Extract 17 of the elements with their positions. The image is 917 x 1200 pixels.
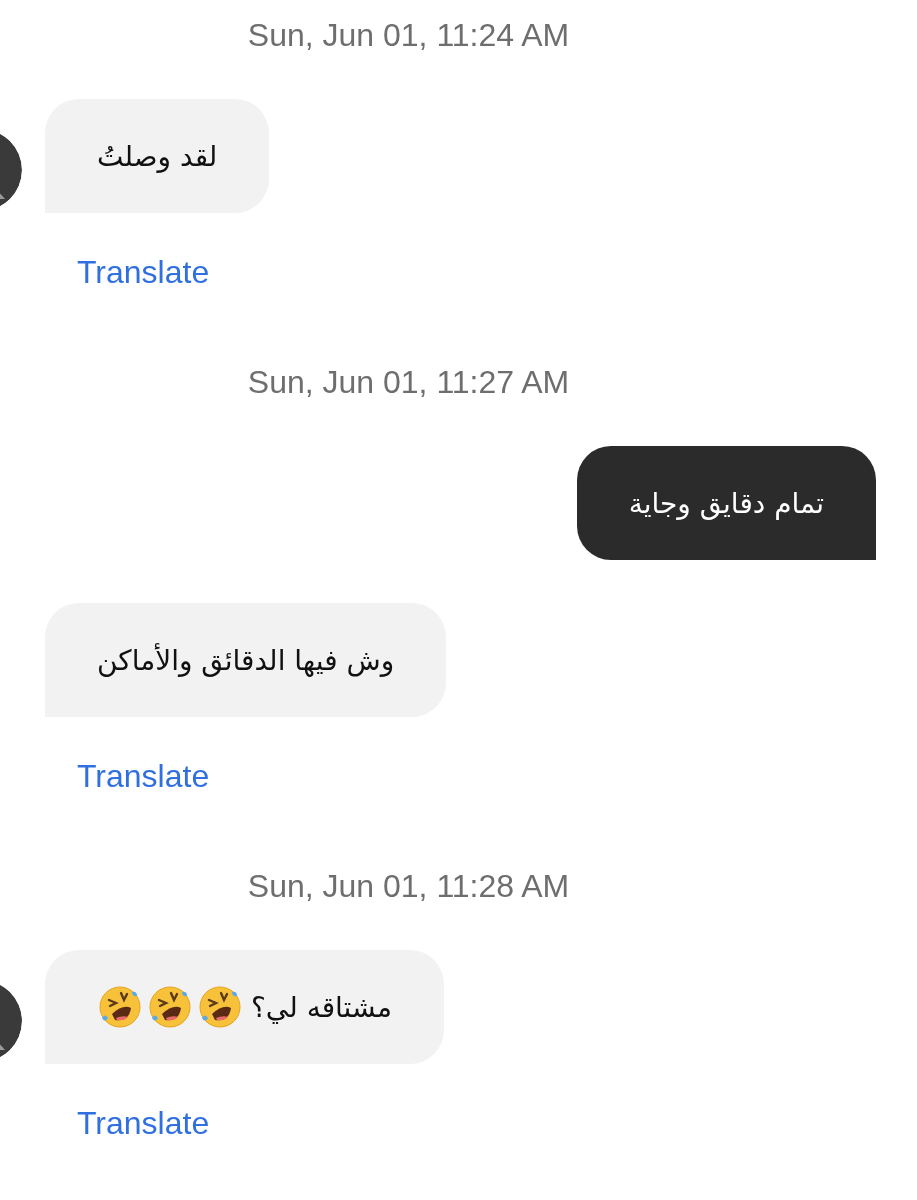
translate-link[interactable]: Translate (77, 756, 210, 796)
received-message-bubble[interactable]: مشتاقه لي؟ (45, 950, 444, 1064)
translate-link[interactable]: Translate (77, 1103, 210, 1143)
message-text: تمام دقايق وجاية (628, 486, 824, 520)
message-timestamp: Sun, Jun 01, 11:24 AM (247, 17, 570, 53)
message-text: لقد وصلتُ (97, 139, 218, 173)
laughing-emoji-icon (197, 984, 243, 1030)
sent-message-bubble[interactable]: تمام دقايق وجاية (576, 446, 876, 560)
received-message-bubble[interactable]: وش فيها الدقائق والأماكن (45, 603, 447, 717)
message-text: مشتاقه لي؟ (251, 990, 392, 1024)
message-timestamp: Sun, Jun 01, 11:28 AM (247, 868, 570, 904)
laughing-emoji-icon (97, 984, 143, 1030)
translate-link[interactable]: Translate (77, 252, 210, 292)
laughing-emoji-icon (147, 984, 193, 1030)
message-text: وش فيها الدقائق والأماكن (97, 643, 395, 677)
received-message-bubble[interactable]: لقد وصلتُ (45, 99, 270, 213)
message-timestamp: Sun, Jun 01, 11:27 AM (247, 364, 570, 400)
